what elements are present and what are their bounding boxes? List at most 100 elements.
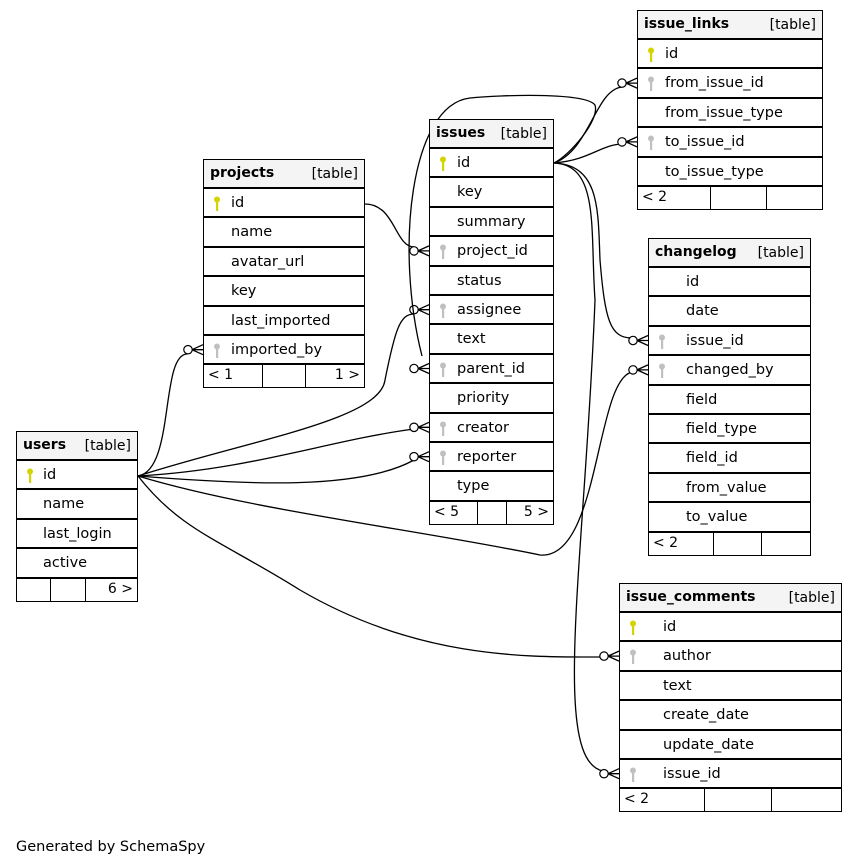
column-row[interactable]: from_value [649,474,810,504]
column-row[interactable]: id [17,461,137,491]
column-row[interactable]: reporter [430,443,553,473]
column-name[interactable]: imported_by [231,342,322,358]
column-name[interactable]: last_login [43,526,112,542]
table-projects[interactable]: projects [table] id name avatar_url key last_i… [203,159,365,389]
column-name[interactable]: from_value [686,480,767,496]
column-row[interactable]: id [204,189,364,219]
footer-parents-count[interactable]: < 1 [204,365,264,388]
column-name[interactable]: update_date [663,737,754,753]
column-row[interactable]: assignee [430,296,553,326]
table-header[interactable]: issues [table] [430,120,553,149]
column-row[interactable]: field_id [649,444,810,474]
column-name[interactable]: field_type [686,421,757,437]
column-name[interactable]: to_issue_type [665,164,764,180]
column-row[interactable]: text [620,672,841,702]
column-name[interactable]: project_id [457,243,528,259]
column-name[interactable]: text [457,331,486,347]
column-row[interactable]: status [430,267,553,296]
column-name[interactable]: from_issue_id [665,75,764,91]
column-row[interactable]: imported_by [204,336,364,366]
footer-rows-count[interactable] [478,501,507,524]
footer-children-count[interactable] [772,789,841,811]
column-name[interactable]: issue_id [686,333,744,349]
column-row[interactable]: avatar_url [204,248,364,278]
footer-parents-count[interactable]: < 2 [649,532,715,555]
column-row[interactable]: summary [430,208,553,238]
column-name[interactable]: id [665,46,678,62]
column-name[interactable]: id [686,274,699,290]
table-users[interactable]: users [table] id name last_login active 6 > [16,431,138,602]
column-name[interactable]: parent_id [457,361,525,377]
column-name[interactable]: key [231,283,256,299]
column-name[interactable]: changed_by [686,362,774,378]
table-changelog[interactable]: changelog [table] id date issue_id changed_by… [648,238,811,556]
column-name[interactable]: name [43,496,84,512]
column-name[interactable]: name [231,224,272,240]
footer-children-count[interactable]: 6 > [86,579,137,601]
column-row[interactable]: parent_id [430,355,553,385]
column-row[interactable]: text [430,325,553,355]
column-row[interactable]: field [649,386,810,415]
footer-children-count[interactable] [767,187,822,209]
column-name[interactable]: avatar_url [231,254,304,270]
column-name[interactable]: field_id [686,450,738,466]
table-name[interactable]: users [23,437,66,453]
column-row[interactable]: changed_by [649,356,810,386]
column-name[interactable]: key [457,184,482,200]
column-row[interactable]: name [17,490,137,520]
column-row[interactable]: date [649,297,810,327]
column-row[interactable]: last_login [17,520,137,550]
column-row[interactable]: to_issue_id [638,128,822,158]
table-issue-comments[interactable]: issue_comments [table] id author text create_… [619,583,842,813]
column-row[interactable]: from_issue_id [638,69,822,99]
column-row[interactable]: from_issue_type [638,99,822,129]
column-name[interactable]: last_imported [231,313,330,329]
table-name[interactable]: changelog [655,244,737,260]
column-name[interactable]: id [663,619,676,635]
table-header[interactable]: issue_comments [table] [620,584,841,613]
table-header[interactable]: issue_links [table] [638,11,822,40]
table-name[interactable]: issue_links [644,16,729,32]
column-row[interactable]: field_type [649,415,810,445]
table-name[interactable]: issue_comments [626,589,756,605]
column-row[interactable]: type [430,472,553,502]
footer-parents-count[interactable] [17,578,52,601]
column-name[interactable]: text [663,678,692,694]
table-name[interactable]: projects [210,165,274,181]
column-name[interactable]: assignee [457,302,521,318]
column-name[interactable]: to_issue_id [665,134,745,150]
footer-children-count[interactable]: 1 > [306,365,364,387]
column-row[interactable]: project_id [430,237,553,267]
table-issues[interactable]: issues [table] id key summary project_idstatu… [429,119,554,525]
column-row[interactable]: to_value [649,503,810,533]
column-name[interactable]: summary [457,214,525,230]
table-header[interactable]: changelog [table] [649,239,810,268]
column-row[interactable]: last_imported [204,307,364,336]
footer-children-count[interactable]: 5 > [507,502,553,524]
column-row[interactable]: author [620,642,841,672]
footer-rows-count[interactable] [263,365,306,388]
column-row[interactable]: id [430,149,553,179]
column-row[interactable]: active [17,549,137,579]
column-name[interactable]: id [43,467,56,483]
column-name[interactable]: to_value [686,509,747,525]
column-name[interactable]: id [457,155,470,171]
footer-parents-count[interactable]: < 2 [638,186,712,209]
column-name[interactable]: from_issue_type [665,105,783,121]
footer-parents-count[interactable]: < 5 [430,501,479,524]
column-row[interactable]: update_date [620,731,841,760]
footer-rows-count[interactable] [714,532,762,555]
table-name[interactable]: issues [436,125,485,141]
column-row[interactable]: create_date [620,701,841,731]
footer-rows-count[interactable] [51,578,86,601]
footer-parents-count[interactable]: < 2 [620,789,706,812]
column-row[interactable]: to_issue_type [638,158,822,187]
column-row[interactable]: issue_id [620,760,841,790]
column-row[interactable]: id [620,613,841,643]
footer-rows-count[interactable] [705,789,772,812]
column-row[interactable]: id [638,40,822,70]
column-name[interactable]: type [457,478,489,494]
column-name[interactable]: create_date [663,707,749,723]
column-row[interactable]: creator [430,414,553,443]
column-name[interactable]: status [457,273,502,289]
